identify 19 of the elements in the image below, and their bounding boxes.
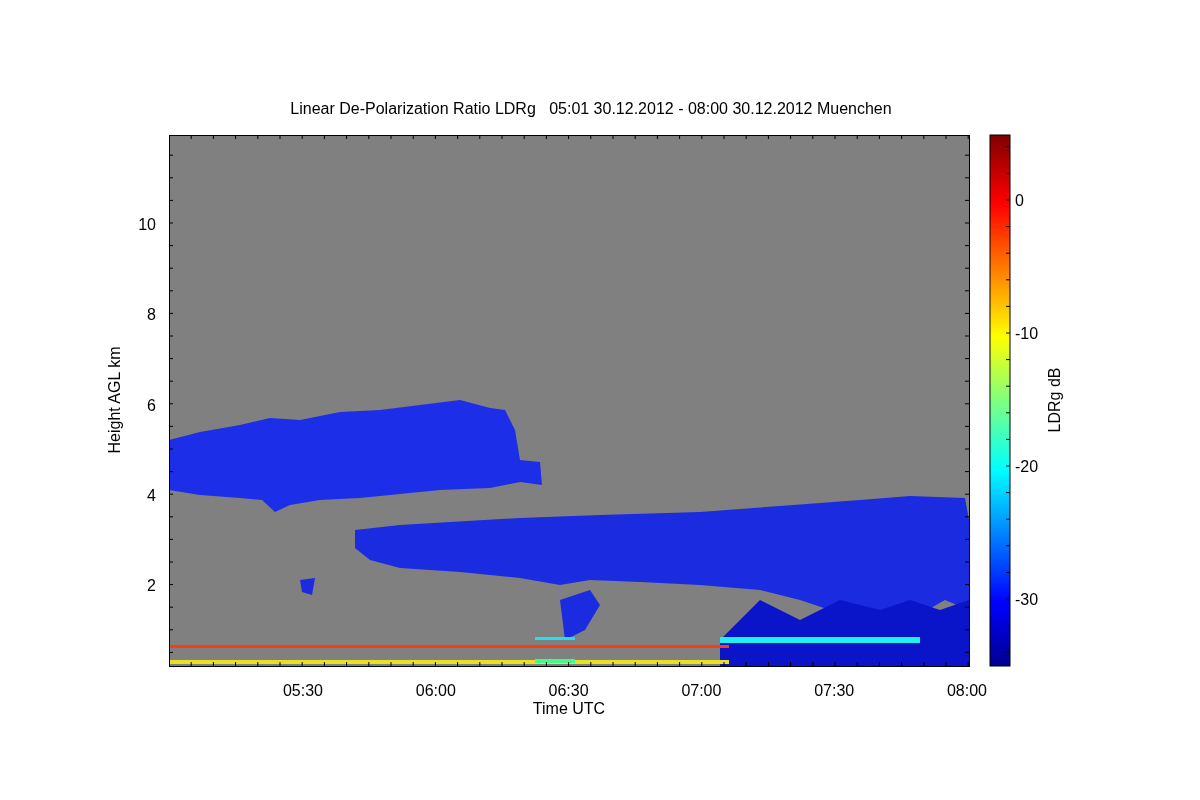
y-tick-label: 6 — [147, 396, 156, 414]
y-tick-label: 10 — [138, 216, 156, 233]
chart-title: Linear De-Polarization Ratio LDRg 05:01 30.12.2012 - 08:00 30.12.2012 Muenchen — [290, 100, 892, 117]
x-axis-label: Time UTC — [532, 700, 606, 717]
x-tick-label: 08:00 — [947, 682, 987, 699]
x-tick-label: 05:30 — [283, 682, 323, 699]
colorbar-tick-label: -30 — [1015, 591, 1039, 608]
x-tick-label: 06:00 — [415, 682, 456, 699]
colorbar-tick-label: -20 — [1015, 458, 1039, 475]
x-tick-label: 07:30 — [814, 682, 855, 699]
colorbar-tick-label: -10 — [1015, 325, 1039, 342]
x-tick-label: 07:00 — [681, 682, 722, 699]
colorbar-label: LDRg dB — [1046, 367, 1063, 433]
x-tick-label: 06:30 — [548, 682, 589, 699]
y-tick-label: 4 — [147, 486, 156, 504]
y-tick-label: 8 — [147, 306, 156, 324]
y-axis-label: Height AGL km — [106, 346, 123, 454]
y-tick-label: 2 — [147, 577, 156, 595]
colorbar-tick-label: 0 — [1015, 192, 1024, 209]
